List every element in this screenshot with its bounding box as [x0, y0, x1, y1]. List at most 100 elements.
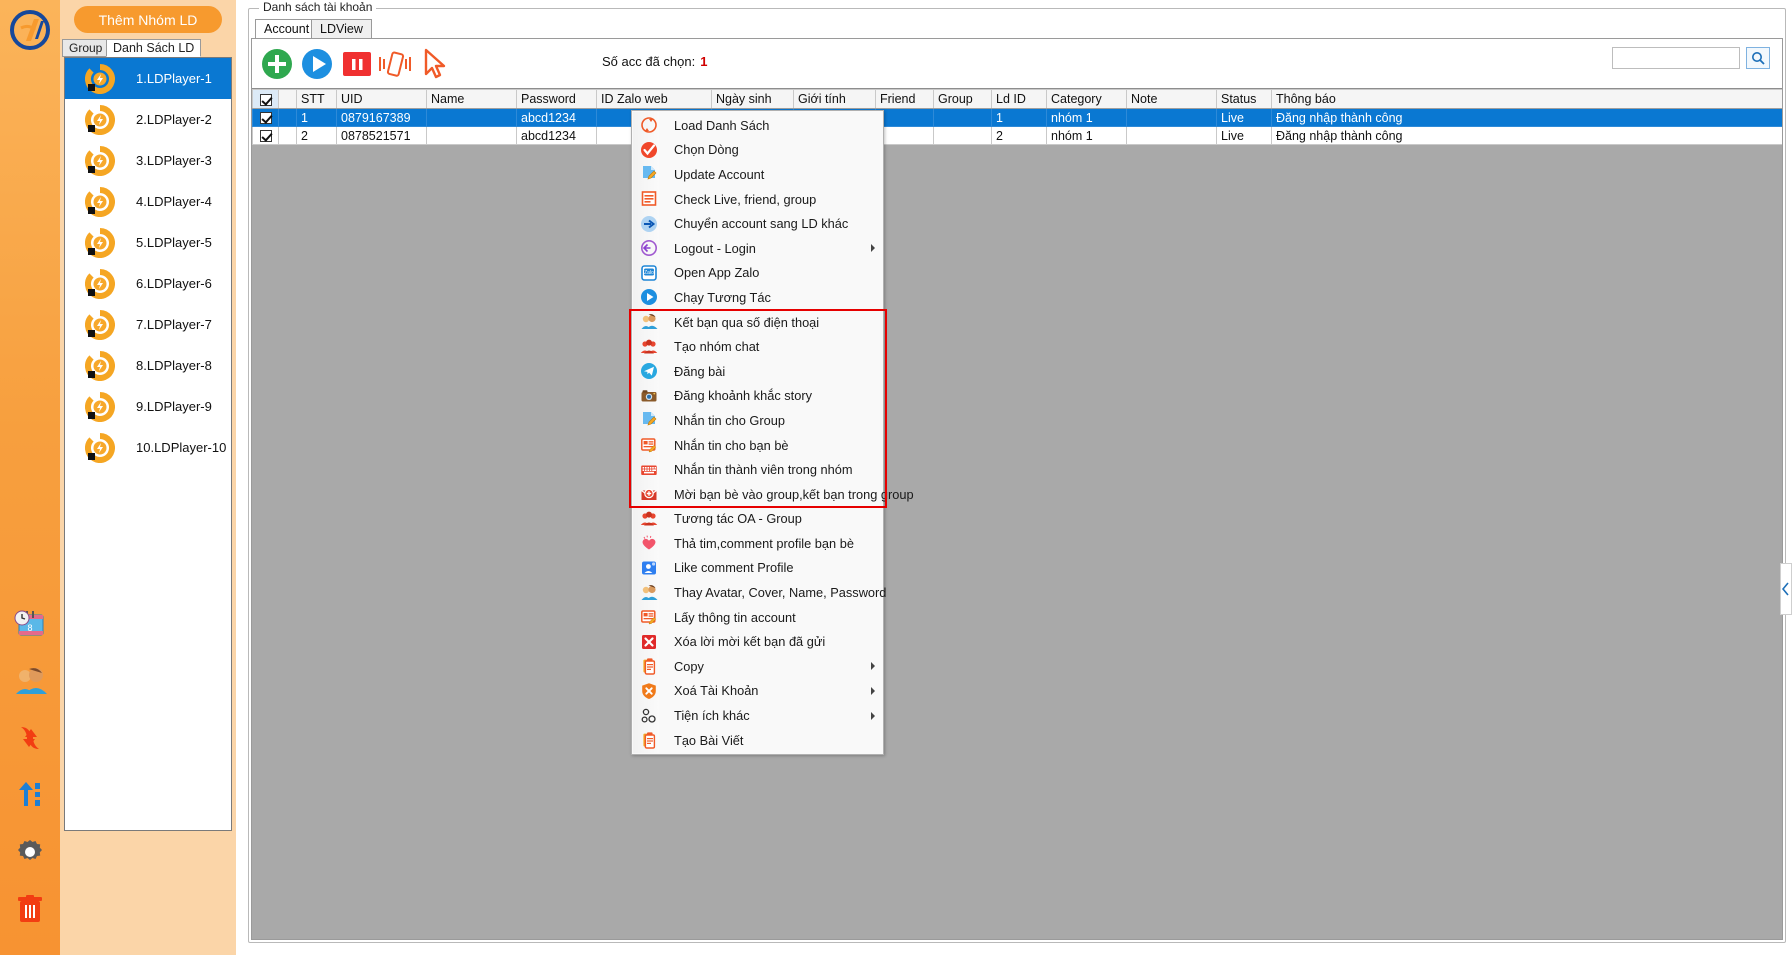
- add-plus-icon[interactable]: [258, 45, 296, 83]
- grid-col-header[interactable]: Status: [1216, 89, 1272, 109]
- schedule-icon[interactable]: 8: [0, 595, 60, 652]
- add-ld-group-button[interactable]: Thêm Nhóm LD: [74, 6, 222, 33]
- grid-col-header[interactable]: Name: [426, 89, 517, 109]
- ld-list-item[interactable]: 9.LDPlayer-9: [65, 386, 231, 427]
- context-menu-item-label: Nhắn tin cho bạn bè: [674, 437, 789, 453]
- context-menu-item[interactable]: Check Live, friend, group: [632, 187, 883, 212]
- tab-ldview[interactable]: LDView: [311, 19, 372, 39]
- context-menu-item[interactable]: Thả tim,comment profile bạn bè: [632, 531, 883, 556]
- transfer-icon[interactable]: [0, 766, 60, 823]
- edit-list-icon: [638, 435, 660, 455]
- table-row[interactable]: 2 0878521571 abcd1234 2 nhóm 1 Live Đăng nhập …: [252, 126, 1782, 145]
- grid-col-header[interactable]: ID Zalo web: [596, 89, 712, 109]
- ld-list-item[interactable]: 7.LDPlayer-7: [65, 304, 231, 345]
- shake-phone-icon[interactable]: [376, 45, 414, 83]
- context-menu-item[interactable]: Kết bạn qua số điện thoại: [632, 310, 883, 335]
- tab-account[interactable]: Account: [255, 19, 319, 39]
- context-menu-item[interactable]: Nhắn tin cho bạn bè: [632, 433, 883, 458]
- ld-list-item-label: 4.LDPlayer-4: [136, 194, 212, 209]
- accounts-grid-wrapper[interactable]: STT UID Name Password ID Zalo web Ngày sinh Gi…: [252, 88, 1782, 939]
- context-menu-item[interactable]: Tạo Bài Viết: [632, 728, 883, 753]
- collapse-panel-handle[interactable]: [1780, 563, 1792, 615]
- cursor-pointer-icon[interactable]: [416, 45, 454, 83]
- context-menu-item[interactable]: Lấy thông tin account: [632, 605, 883, 630]
- ldplayer-icon: [85, 350, 115, 381]
- ld-list-item[interactable]: 6.LDPlayer-6: [65, 263, 231, 304]
- table-cell: Live: [1216, 126, 1272, 145]
- grid-select-all-header[interactable]: [252, 89, 279, 109]
- search-input[interactable]: [1612, 47, 1741, 69]
- ld-list-item[interactable]: 8.LDPlayer-8: [65, 345, 231, 386]
- left-icon-rail: 8: [0, 0, 60, 955]
- grid-col-header[interactable]: Ld ID: [991, 89, 1047, 109]
- context-menu-item-label: Open App Zalo: [674, 265, 760, 281]
- ld-list-item[interactable]: 1.LDPlayer-1: [65, 58, 231, 99]
- row-checkbox[interactable]: [259, 130, 272, 143]
- context-menu-item[interactable]: Đăng bài: [632, 359, 883, 384]
- row-select-cell[interactable]: [252, 108, 279, 127]
- context-menu-item[interactable]: Nhắn tin thành viên trong nhóm: [632, 457, 883, 482]
- table-row[interactable]: 1 0879167389 abcd1234 1 nhóm 1 Live Đăng nhập …: [252, 108, 1782, 127]
- select-all-checkbox[interactable]: [259, 93, 272, 106]
- grid-col-header[interactable]: Ngày sinh: [711, 89, 794, 109]
- table-cell: [1126, 108, 1217, 127]
- grid-col-header[interactable]: Password: [516, 89, 597, 109]
- ld-list-item[interactable]: 2.LDPlayer-2: [65, 99, 231, 140]
- context-menu-item[interactable]: Tạo nhóm chat: [632, 334, 883, 359]
- context-menu-item[interactable]: Like comment Profile: [632, 556, 883, 581]
- grid-col-header[interactable]: Friend: [875, 89, 934, 109]
- row-select-cell[interactable]: [252, 126, 279, 145]
- row-checkbox[interactable]: [259, 112, 272, 125]
- group-people-icon: [638, 509, 660, 529]
- two-people-icon: [638, 583, 660, 603]
- search-icon[interactable]: [1746, 47, 1770, 69]
- ld-list-item[interactable]: 5.LDPlayer-5: [65, 222, 231, 263]
- ld-list-item[interactable]: 10.LDPlayer-10: [65, 427, 231, 468]
- grid-col-header[interactable]: STT: [296, 89, 337, 109]
- grid-col-header[interactable]: Thông báo: [1271, 89, 1782, 109]
- pause-icon[interactable]: [338, 45, 376, 83]
- submenu-arrow-icon: [871, 711, 875, 720]
- grid-col-header[interactable]: UID: [336, 89, 427, 109]
- friends-icon[interactable]: [0, 652, 60, 709]
- context-menu-item[interactable]: Đăng khoảnh khắc story: [632, 384, 883, 409]
- context-menu-item[interactable]: Tương tác OA - Group: [632, 507, 883, 532]
- play-icon[interactable]: [298, 45, 336, 83]
- context-menu-item[interactable]: Thay Avatar, Cover, Name, Password: [632, 580, 886, 605]
- settings-gear-icon[interactable]: [0, 823, 60, 880]
- context-menu-item-label: Nhắn tin thành viên trong nhóm: [674, 462, 853, 478]
- context-menu-item[interactable]: Mời bạn bè vào group,kết bạn trong group: [632, 482, 914, 507]
- account-group-box: Danh sách tài khoản Account LDView Số ac…: [248, 0, 1786, 943]
- tab-danh-sach-ld[interactable]: Danh Sách LD: [106, 39, 202, 57]
- context-menu-item[interactable]: Tiện ích khác: [632, 703, 883, 728]
- context-menu-item-label: Xóa lời mời kết bạn đã gửi: [674, 634, 826, 650]
- context-menu-item[interactable]: Nhắn tin cho Group: [632, 408, 883, 433]
- context-menu-item[interactable]: Load Danh Sách: [632, 113, 883, 138]
- ld-list-item[interactable]: 3.LDPlayer-3: [65, 140, 231, 181]
- grid-col-header[interactable]: Group: [933, 89, 992, 109]
- context-menu-item-label: Đăng khoảnh khắc story: [674, 388, 813, 404]
- context-menu-item[interactable]: Chạy Tương Tác: [632, 285, 883, 310]
- context-menu-item[interactable]: Chuyển account sang LD khác: [632, 211, 883, 236]
- grid-col-header[interactable]: Note: [1126, 89, 1217, 109]
- table-cell: [426, 126, 517, 145]
- trash-icon[interactable]: [0, 880, 60, 937]
- ld-list-item[interactable]: 4.LDPlayer-4: [65, 181, 231, 222]
- context-menu-item-label: Like comment Profile: [674, 560, 794, 576]
- context-menu-item[interactable]: Xoá Tài Khoản: [632, 679, 883, 704]
- context-menu-item[interactable]: Zalo Open App Zalo: [632, 261, 883, 286]
- context-menu-item[interactable]: Xóa lời mời kết bạn đã gửi: [632, 629, 883, 654]
- context-menu[interactable]: Load Danh Sách Chọn Dòng Update Account Che…: [629, 110, 914, 756]
- context-menu-item[interactable]: Logout - Login: [632, 236, 883, 261]
- grid-header-row: STT UID Name Password ID Zalo web Ngày sinh Gi…: [252, 89, 1782, 109]
- table-cell: 0879167389: [336, 108, 427, 127]
- context-menu-item-label: Chuyển account sang LD khác: [674, 216, 849, 232]
- context-menu-item[interactable]: Update Account: [632, 162, 883, 187]
- ld-list-item-label: 8.LDPlayer-8: [136, 358, 212, 373]
- grid-col-header[interactable]: Giới tính: [793, 89, 876, 109]
- ld-player-list[interactable]: 1.LDPlayer-1 2.LDPlayer-2 3.LDPlayer-3 4.LD…: [64, 57, 232, 831]
- context-menu-item[interactable]: Chọn Dòng: [632, 138, 883, 163]
- sync-icon[interactable]: [0, 709, 60, 766]
- grid-col-header[interactable]: Category: [1046, 89, 1127, 109]
- context-menu-item[interactable]: Copy: [632, 654, 883, 679]
